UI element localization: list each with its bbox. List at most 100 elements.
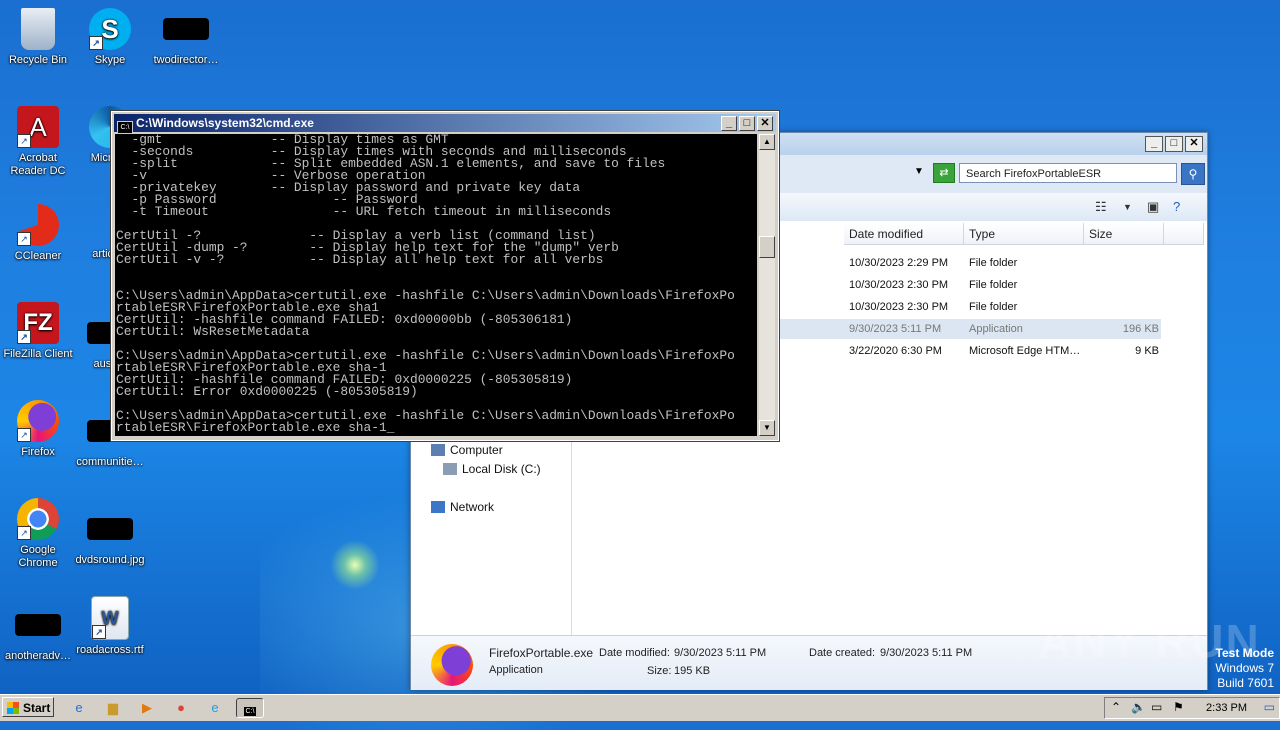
volume-icon[interactable]: 🔈	[1131, 700, 1146, 714]
desktop-icon-label: communitie…	[76, 456, 144, 468]
view-dropdown-icon[interactable]: ▼	[1123, 202, 1132, 212]
taskbar: Start e ▆ ▶ ● e C:\ ⌃ 🔈 ▭ ⚑ 2:33 PM ▭	[0, 694, 1280, 721]
desktop-icon-label: Firefox	[21, 446, 55, 458]
media-player-icon[interactable]: ▶	[136, 698, 158, 718]
console-line: -t Timeout -- URL fetch timeout in milli…	[116, 204, 612, 219]
search-input[interactable]: Search FirefoxPortableESR	[959, 163, 1177, 183]
skype-icon: S ↗	[89, 8, 131, 50]
word-doc-icon: W ↗	[91, 596, 129, 640]
desktop-icon-label: Recycle Bin	[8, 54, 68, 66]
test-mode-line: Windows 7	[1215, 661, 1274, 675]
row-date: 10/30/2023 2:30 PM	[849, 301, 949, 313]
row-size: 196 KB	[1122, 323, 1159, 335]
refresh-button[interactable]: ⇄	[933, 163, 955, 183]
clock[interactable]: 2:33 PM	[1206, 702, 1247, 714]
network-tray-icon[interactable]: ▭	[1151, 700, 1162, 714]
row-date: 9/30/2023 5:11 PM	[849, 323, 942, 335]
nav-label: Computer	[450, 443, 503, 457]
system-tray: ⌃ 🔈 ▭ ⚑ 2:33 PM ▭	[1104, 697, 1280, 719]
details-filename: FirefoxPortable.exe	[489, 646, 594, 660]
firefox-icon	[431, 644, 473, 686]
nav-item-network[interactable]: Network	[431, 500, 494, 514]
drive-icon	[443, 463, 457, 475]
details-size-label: Size:	[647, 665, 672, 677]
close-button[interactable]: ✕	[1185, 136, 1203, 152]
firefox-icon: ↗	[17, 400, 59, 442]
column-header-size[interactable]: Size	[1084, 223, 1164, 245]
ccleaner-icon: ↗	[17, 204, 59, 246]
desktop-icon-label: Skype	[94, 54, 126, 66]
row-size: 9 KB	[1135, 345, 1159, 357]
file-icon	[87, 518, 133, 540]
column-header-type[interactable]: Type	[964, 223, 1084, 245]
show-desktop-icon[interactable]: ▭	[1264, 700, 1275, 714]
help-icon[interactable]: ?	[1173, 199, 1180, 214]
scroll-thumb[interactable]	[759, 236, 775, 258]
ie-icon[interactable]: e	[68, 698, 90, 718]
desktop-icon-label: twodirector…	[153, 54, 219, 66]
minimize-button[interactable]: _	[1145, 136, 1163, 152]
row-type: Microsoft Edge HTM…	[969, 345, 1081, 357]
file-icon	[15, 614, 61, 636]
cmd-taskbar-button[interactable]: C:\	[236, 698, 264, 718]
desktop-icon-chrome[interactable]: ↗ Google Chrome	[0, 498, 76, 570]
column-header-empty	[1164, 223, 1204, 245]
scrollbar[interactable]: ▲ ▼	[759, 134, 775, 436]
desktop-icon-recycle-bin[interactable]: Recycle Bin	[0, 8, 76, 67]
row-type: Application	[969, 323, 1023, 335]
details-modified: 9/30/2023 5:11 PM	[674, 647, 767, 659]
row-type: File folder	[969, 301, 1018, 313]
row-date: 10/30/2023 2:29 PM	[849, 257, 949, 269]
desktop-icon-filezilla[interactable]: FZ ↗ FileZilla Client	[0, 302, 76, 361]
preview-pane-icon[interactable]: ▣	[1147, 199, 1159, 215]
close-button[interactable]: ✕	[757, 116, 773, 131]
edge-icon[interactable]: e	[204, 698, 226, 718]
cmd-titlebar[interactable]: C:\ C:\Windows\system32\cmd.exe _ □ ✕	[114, 114, 776, 134]
desktop-icon-ccleaner[interactable]: ↗ CCleaner	[0, 204, 76, 263]
nav-item-local-disk[interactable]: Local Disk (C:)	[443, 462, 541, 476]
test-mode-text: Test Mode Windows 7 Build 7601	[1215, 646, 1274, 691]
tray-chevron-icon[interactable]: ⌃	[1111, 700, 1121, 714]
maximize-button[interactable]: □	[739, 116, 755, 131]
desktop-icon-dvdsround[interactable]: dvdsround.jpg	[72, 508, 148, 567]
desktop-icon-acrobat[interactable]: A ↗ Acrobat Reader DC	[0, 106, 76, 178]
desktop-icon-anotheradv[interactable]: anotheradv…	[0, 604, 76, 663]
desktop-icon-label: Google Chrome	[18, 544, 58, 569]
search-icon[interactable]: ⚲	[1181, 163, 1205, 185]
folder-icon[interactable]: ▆	[102, 698, 124, 718]
computer-icon	[431, 444, 445, 456]
column-header-date[interactable]: Date modified	[844, 223, 964, 245]
desktop-icon-skype[interactable]: S ↗ Skype	[72, 8, 148, 67]
console-line: rtableESR\FirefoxPortable.exe sha-1_	[116, 420, 395, 435]
row-type: File folder	[969, 279, 1018, 291]
row-date: 10/30/2023 2:30 PM	[849, 279, 949, 291]
flag-icon[interactable]: ⚑	[1173, 700, 1184, 714]
details-created-label: Date created:	[809, 647, 876, 659]
nav-item-computer[interactable]: Computer	[431, 443, 503, 457]
acrobat-icon: A ↗	[17, 106, 59, 148]
details-kind: Application	[489, 664, 543, 676]
view-options-icon[interactable]: ☷	[1095, 199, 1107, 215]
chrome-icon[interactable]: ●	[170, 698, 192, 718]
desktop-icon-roadacross[interactable]: W ↗ roadacross.rtf	[72, 596, 148, 657]
desktop-icon-label: Acrobat Reader DC	[10, 152, 66, 177]
chrome-icon: ↗	[17, 498, 59, 540]
console-output[interactable]: -gmt -- Display times as GMT -seconds --…	[115, 134, 757, 436]
desktop-icon-firefox[interactable]: ↗ Firefox	[0, 400, 76, 459]
maximize-button[interactable]: □	[1165, 136, 1183, 152]
start-button[interactable]: Start	[2, 697, 54, 717]
scroll-down-button[interactable]: ▼	[759, 420, 775, 436]
chevron-down-icon[interactable]: ▼	[911, 163, 927, 181]
desktop-icon-label: CCleaner	[14, 250, 62, 262]
scroll-up-button[interactable]: ▲	[759, 134, 775, 150]
nav-label: Local Disk (C:)	[462, 462, 541, 476]
desktop-icon-twodirector[interactable]: twodirector…	[148, 8, 224, 67]
recycle-bin-icon	[21, 8, 55, 50]
minimize-button[interactable]: _	[721, 116, 737, 131]
cmd-title: C:\Windows\system32\cmd.exe	[136, 116, 314, 130]
test-mode-line: Build 7601	[1217, 676, 1274, 690]
console-line: CertUtil: Error 0xd0000225 (-805305819)	[116, 384, 418, 399]
desktop-icon-label: anotheradv…	[4, 650, 72, 662]
cmd-window[interactable]: C:\ C:\Windows\system32\cmd.exe _ □ ✕ -gm…	[110, 110, 780, 442]
cmd-icon: C:\	[117, 121, 133, 134]
